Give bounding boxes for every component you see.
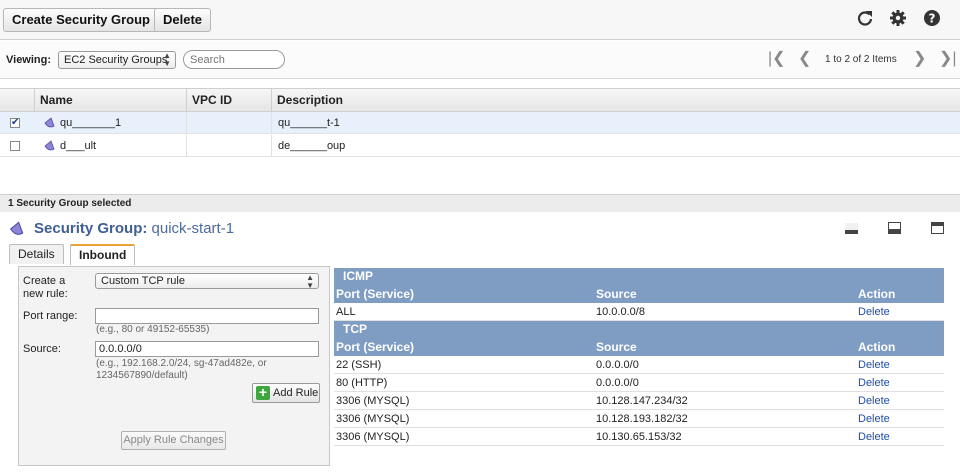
search-input[interactable] (183, 50, 285, 69)
grid-header: Name VPC ID Description (0, 88, 960, 112)
add-rule-label: Add Rule (273, 387, 319, 399)
row-checkbox[interactable]: ✔ (10, 118, 20, 128)
panel-bottom-icon[interactable] (845, 222, 858, 234)
row-name: qu_______1 (60, 117, 122, 129)
tab-details[interactable]: Details (9, 244, 64, 264)
refresh-icon[interactable] (855, 8, 875, 28)
viewing-label: Viewing: (6, 54, 52, 66)
svg-text:?: ? (929, 12, 936, 26)
source-label: Source: (23, 343, 61, 355)
source-input[interactable]: 0.0.0.0/0 (95, 341, 319, 357)
row-vpc-id (186, 135, 271, 157)
header-action: Action (858, 340, 896, 354)
row-vpc-id (186, 112, 271, 134)
title-prefix: Security Group: (34, 220, 148, 237)
select-arrows-icon: ▲ ▼ (306, 273, 314, 290)
rule-row: 3306 (MYSQL) 10.128.193.182/32 Delete (334, 410, 944, 428)
rule-source: 0.0.0.0/0 (596, 377, 639, 389)
row-checkbox[interactable] (10, 141, 20, 151)
port-range-input[interactable] (95, 308, 319, 324)
rule-port: 80 (HTTP) (336, 377, 388, 389)
help-icon[interactable]: ? (922, 8, 942, 28)
security-group-title: Security Group: quick-start-1 (34, 220, 234, 237)
view-select-value: EC2 Security Groups (64, 54, 168, 66)
rule-port: ALL (336, 306, 356, 318)
prev-page-icon[interactable]: ❮ (798, 50, 811, 68)
rule-source: 0.0.0.0/0 (596, 359, 639, 371)
panel-top-icon[interactable] (931, 222, 944, 234)
row-description: qu______t-1 (271, 112, 960, 134)
icmp-title: ICMP (343, 269, 373, 283)
table-row[interactable]: ✔ qu_______1 qu______t-1 (0, 112, 960, 134)
header-action: Action (858, 287, 896, 301)
rule-row: ALL 10.0.0.0/8 Delete (334, 303, 944, 321)
header-source: Source (596, 340, 637, 354)
rule-row: 3306 (MYSQL) 10.128.147.234/32 Delete (334, 392, 944, 410)
page-info: 1 to 2 of 2 Items (825, 54, 897, 65)
rule-port: 3306 (MYSQL) (336, 413, 410, 425)
header-port-service: Port (Service) (336, 287, 415, 301)
gear-icon[interactable] (888, 8, 908, 28)
delete-rule-link[interactable]: Delete (858, 356, 890, 374)
rule-source: 10.130.65.153/32 (596, 431, 682, 443)
column-description[interactable]: Description (271, 89, 960, 111)
tab-inbound[interactable]: Inbound (70, 244, 136, 265)
create-rule-label: Create a new rule: (23, 275, 68, 300)
table-row[interactable]: d___ult de______oup (0, 135, 960, 157)
create-security-group-button[interactable]: Create Security Group (3, 8, 159, 32)
panel-split-icon[interactable] (888, 222, 901, 234)
delete-rule-link[interactable]: Delete (858, 428, 890, 446)
delete-rule-link[interactable]: Delete (858, 392, 890, 410)
tcp-section-header: TCP Port (Service) Source Action (334, 321, 944, 356)
toolbar: Create Security Group Delete ? (0, 0, 960, 40)
title-name: quick-start-1 (151, 220, 235, 237)
rule-port: 3306 (MYSQL) (336, 395, 410, 407)
rule-type-select[interactable]: Custom TCP rule ▲ ▼ (95, 273, 319, 290)
rule-source: 10.0.0.0/8 (596, 306, 645, 318)
delete-rule-link[interactable]: Delete (858, 374, 890, 392)
header-source: Source (596, 287, 637, 301)
tcp-title: TCP (343, 322, 367, 336)
filter-bar: Viewing: EC2 Security Groups ▲▼ |❮ ❮ 1 t… (0, 41, 960, 79)
first-page-icon[interactable]: |❮ (768, 50, 786, 68)
rule-row: 22 (SSH) 0.0.0.0/0 Delete (334, 356, 944, 374)
rule-row: 3306 (MYSQL) 10.130.65.153/32 Delete (334, 428, 944, 446)
column-name[interactable]: Name (34, 89, 186, 111)
port-range-hint: (e.g., 80 or 49152-65535) (96, 324, 210, 335)
rule-row: 80 (HTTP) 0.0.0.0/0 Delete (334, 374, 944, 392)
header-port-service: Port (Service) (336, 340, 415, 354)
delete-rule-link[interactable]: Delete (858, 303, 890, 321)
icmp-section-header: ICMP Port (Service) Source Action (334, 268, 944, 303)
row-name: d___ult (60, 140, 97, 152)
rule-port: 3306 (MYSQL) (336, 431, 410, 443)
rule-type-value: Custom TCP rule (101, 275, 185, 287)
apply-rule-changes-button[interactable]: Apply Rule Changes (121, 431, 226, 450)
selection-status: 1 Security Group selected (0, 194, 960, 212)
delete-rule-link[interactable]: Delete (858, 410, 890, 428)
rule-source: 10.128.147.234/32 (596, 395, 688, 407)
port-range-label: Port range: (23, 310, 78, 322)
column-vpc-id[interactable]: VPC ID (186, 89, 271, 111)
last-page-icon[interactable]: ❯| (939, 50, 957, 68)
rule-source: 10.128.193.182/32 (596, 413, 688, 425)
select-arrows-icon: ▲ ▼ (163, 51, 171, 68)
plus-icon: + (256, 385, 270, 400)
security-group-icon (9, 221, 24, 235)
rule-port: 22 (SSH) (336, 359, 382, 371)
source-hint: (e.g., 192.168.2.0/24, sg-47ad482e, or 1… (96, 358, 267, 381)
delete-button[interactable]: Delete (154, 8, 212, 32)
row-description: de______oup (271, 135, 960, 157)
add-rule-button[interactable]: + Add Rule (252, 383, 320, 403)
view-select[interactable]: EC2 Security Groups ▲ ▼ (58, 51, 176, 69)
next-page-icon[interactable]: ❯ (913, 50, 926, 68)
